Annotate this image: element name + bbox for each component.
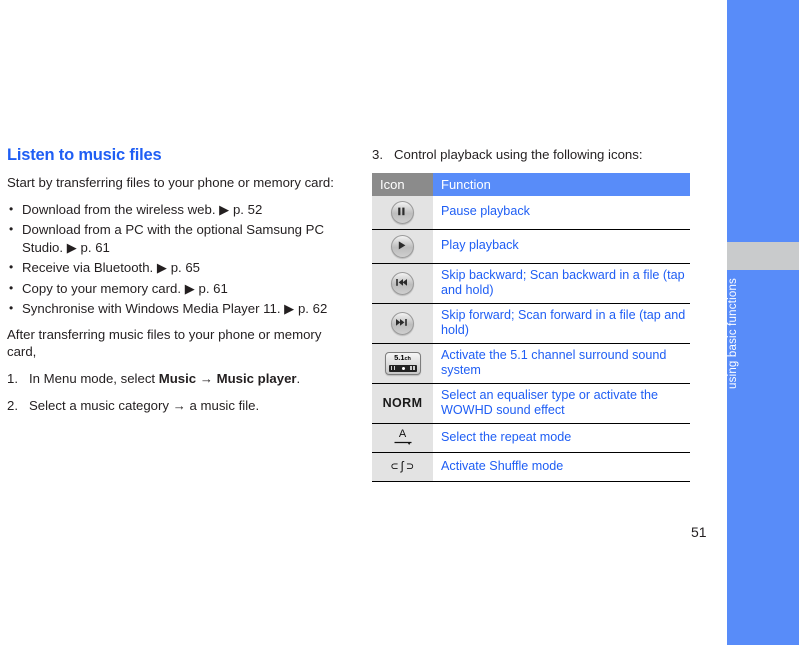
right-content-column: 3. Control playback using the following i… — [372, 146, 712, 482]
after-transfer-paragraph: After transferring music files to your p… — [7, 326, 322, 360]
page-title: Listen to music files — [7, 146, 162, 164]
table-header-row: Icon Function — [372, 172, 690, 196]
table-row: Skip forward; Scan forward in a file (ta… — [372, 303, 690, 344]
icon-cell — [372, 303, 433, 344]
shuffle-mode-icon: ⊂ʃ⊃ — [390, 459, 415, 474]
step-arrow: → — [196, 370, 217, 386]
equaliser-norm-icon: NORM — [382, 395, 423, 410]
step-text: Select a music category → a music file. — [29, 398, 260, 413]
step-item-3: 3. Control playback using the following i… — [372, 146, 712, 164]
icon-cell: 5.1ch — [372, 343, 433, 384]
icon-cell — [372, 229, 433, 264]
surround-icon-unit: ch — [404, 355, 411, 362]
skip-forward-icon — [391, 311, 414, 335]
column-header-function: Function — [433, 172, 690, 196]
step-number: 1. — [7, 370, 18, 386]
function-cell: Play playback — [433, 229, 690, 264]
table-row: ⊂ʃ⊃ Activate Shuffle mode — [372, 452, 690, 482]
intro-paragraph: Start by transferring files to your phon… — [7, 175, 334, 190]
icon-cell: ⊂ʃ⊃ — [372, 452, 433, 482]
left-text-column: Listen to music files Start by transferr… — [7, 146, 347, 425]
play-icon — [391, 234, 414, 258]
function-cell: Skip backward; Scan backward in a file (… — [433, 263, 690, 304]
table-row: NORM Select an equaliser type or activat… — [372, 383, 690, 424]
step-menu-music-player: Music player — [216, 370, 297, 386]
pause-icon — [391, 200, 414, 224]
step-text: Control playback using the following ico… — [394, 147, 643, 162]
icon-cell: A — [372, 423, 433, 453]
function-cell: Skip forward; Scan forward in a file (ta… — [433, 303, 690, 344]
step-text-prefix: In Menu mode, select — [29, 370, 159, 386]
step-number: 2. — [7, 398, 18, 413]
step-menu-music: Music — [158, 370, 197, 386]
surround-icon-value: 5.1 — [394, 352, 405, 362]
table-row: 5.1ch Activate the 5.1 channel surround … — [372, 343, 690, 384]
function-cell: Activate the 5.1 channel surround sound … — [433, 343, 690, 384]
surround-5-1-channel-icon: 5.1ch — [384, 351, 421, 375]
list-item: Download from the wireless web. ▶ p. 52 — [7, 201, 347, 219]
table-row: Skip backward; Scan backward in a file (… — [372, 263, 690, 304]
table-row: A Select the repeat mode — [372, 423, 690, 453]
playback-icon-table: Icon Function Pause playback Play playba… — [372, 172, 690, 482]
surround-icon-speaker-bar — [388, 364, 417, 372]
function-cell: Select the repeat mode — [433, 423, 690, 453]
icon-cell — [372, 195, 433, 230]
column-header-icon: Icon — [372, 172, 433, 196]
function-cell: Activate Shuffle mode — [433, 452, 690, 482]
list-item: Copy to your memory card. ▶ p. 61 — [7, 280, 347, 298]
procedure-steps: 1. In Menu mode, select Music → Music pla… — [7, 370, 347, 415]
repeat-mode-icon: A — [390, 428, 416, 446]
list-item: Receive via Bluetooth. ▶ p. 65 — [7, 259, 347, 277]
chapter-tab-bar: using basic functions — [727, 0, 799, 645]
list-item: Synchronise with Windows Media Player 11… — [7, 300, 347, 318]
icon-cell — [372, 263, 433, 304]
skip-backward-icon — [391, 271, 414, 295]
table-row: Pause playback — [372, 195, 690, 230]
step-item-1: 1. In Menu mode, select Music → Music pla… — [7, 370, 347, 388]
icon-cell: NORM — [372, 383, 433, 424]
table-row: Play playback — [372, 229, 690, 264]
function-cell: Select an equaliser type or activate the… — [433, 383, 690, 424]
step-text-suffix: . — [296, 370, 301, 386]
step-item-2: 2. Select a music category → a music file… — [7, 397, 347, 415]
transfer-methods-list: Download from the wireless web. ▶ p. 52 … — [7, 201, 347, 318]
step-number: 3. — [372, 147, 383, 162]
function-cell: Pause playback — [433, 195, 690, 230]
chapter-tab-marker — [727, 242, 799, 270]
page-number: 51 — [691, 524, 707, 540]
chapter-tab-label: using basic functions — [727, 278, 739, 389]
list-item: Download from a PC with the optional Sam… — [7, 221, 347, 256]
